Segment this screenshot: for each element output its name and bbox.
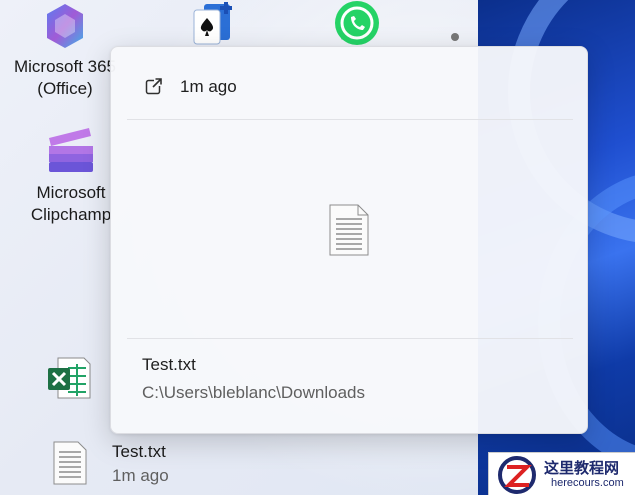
text-file-icon xyxy=(53,441,87,485)
desktop-icon-test-txt[interactable] xyxy=(52,440,88,491)
desktop-icon-whatsapp[interactable] xyxy=(332,0,384,48)
divider xyxy=(127,338,573,339)
bottom-file-time: 1m ago xyxy=(112,466,169,485)
flyout-file-path: C:\Users\bleblanc\Downloads xyxy=(142,383,365,402)
download-flyout[interactable]: 1m ago Test.txt C:\Users\bleblanc\Downlo… xyxy=(110,46,588,434)
status-dot xyxy=(451,33,459,41)
desktop-icon-solitaire[interactable] xyxy=(190,0,240,46)
watermark-url: herecours.com xyxy=(551,477,624,489)
watermark-title: 这里教程网 xyxy=(544,460,620,477)
watermark: 这里教程网 herecours.com xyxy=(488,452,635,495)
flyout-file-name: Test.txt xyxy=(142,355,196,374)
desktop-icon-excel[interactable] xyxy=(46,356,94,400)
open-external-icon[interactable] xyxy=(145,77,163,95)
flyout-header: 1m ago xyxy=(111,47,587,119)
desktop-icon-label: Microsoft 365 xyxy=(13,57,117,76)
solitaire-icon xyxy=(193,2,232,45)
clipchamp-icon xyxy=(49,128,93,172)
watermark-logo-icon xyxy=(498,456,536,494)
bottom-file-name: Test.txt xyxy=(112,442,166,461)
microsoft-365-icon xyxy=(47,4,83,48)
flyout-time: 1m ago xyxy=(180,77,237,96)
desktop-icon-microsoft-365[interactable]: Microsoft 365 (Office) xyxy=(10,0,120,100)
desktop-icon-label: (Office) xyxy=(37,79,93,98)
text-file-preview-icon xyxy=(329,204,369,256)
whatsapp-icon xyxy=(335,1,379,45)
excel-icon xyxy=(48,357,91,399)
